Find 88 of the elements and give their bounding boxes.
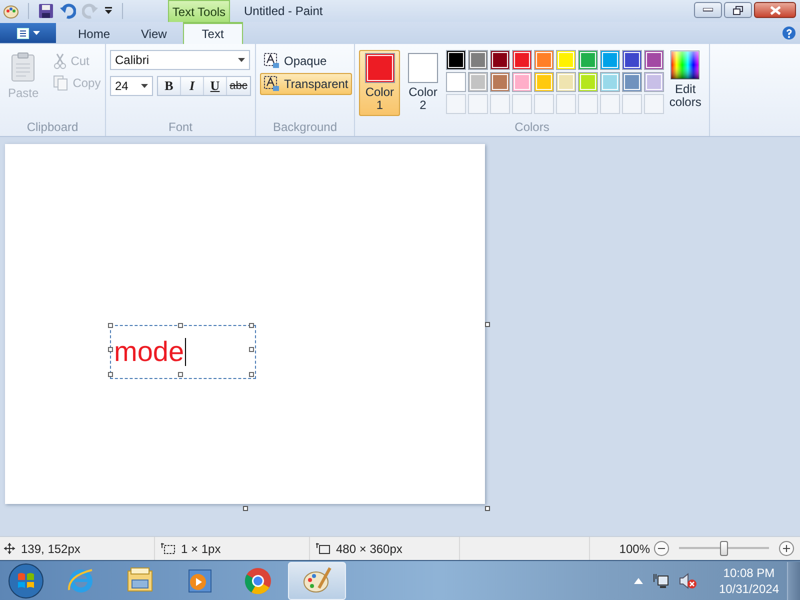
selection-size: 1 × 1px <box>181 542 221 556</box>
palette-swatch[interactable] <box>490 72 510 92</box>
background-option[interactable]: Transparent <box>260 73 352 95</box>
resize-handle[interactable] <box>243 506 248 511</box>
clipboard-icon <box>10 52 36 82</box>
color-spectrum-icon <box>670 50 700 80</box>
group-label: Colors <box>514 119 550 136</box>
network-icon[interactable] <box>652 572 669 588</box>
palette-swatch[interactable] <box>556 72 576 92</box>
palette-swatch[interactable] <box>534 50 554 70</box>
caret-icon <box>32 31 40 35</box>
group-label: Clipboard <box>26 119 80 136</box>
transparent-text-icon <box>264 76 280 92</box>
palette-swatch[interactable] <box>534 72 554 92</box>
restore-button[interactable] <box>724 2 752 18</box>
help-icon[interactable] <box>782 26 796 40</box>
minimize-button[interactable] <box>694 2 722 18</box>
cursor-position: 139, 152px <box>21 542 80 556</box>
save-icon[interactable] <box>38 3 54 19</box>
palette-swatch[interactable] <box>622 72 642 92</box>
file-menu-button[interactable] <box>0 23 56 43</box>
resize-handle[interactable] <box>485 322 490 327</box>
canvas-size-icon <box>316 542 330 554</box>
group-label: Background <box>272 119 338 136</box>
ribbon-tab[interactable]: Home <box>63 22 126 44</box>
copy-icon <box>52 75 69 91</box>
zoom-in-button[interactable] <box>779 541 794 556</box>
paint-app-icon <box>3 3 19 19</box>
taskbar-app-button[interactable] <box>288 562 346 600</box>
palette-swatch[interactable] <box>622 50 642 70</box>
restore-icon <box>733 6 743 14</box>
font-size-dropdown[interactable]: 24 <box>110 76 153 96</box>
palette-swatch[interactable] <box>600 72 620 92</box>
resize-handle[interactable] <box>485 506 490 511</box>
color-select-button[interactable]: Color 2 <box>402 50 444 116</box>
close-button[interactable] <box>754 2 796 18</box>
group-label: Font <box>167 119 194 136</box>
italic-button[interactable]: I <box>181 77 204 95</box>
palette-swatch[interactable] <box>446 50 466 70</box>
color-select-button[interactable]: Color 1 <box>359 50 400 116</box>
caret-icon[interactable] <box>104 7 113 15</box>
zoom-level: 100% <box>619 542 650 556</box>
underline-button[interactable]: U <box>204 77 227 95</box>
minus-icon <box>658 548 665 549</box>
minimize-icon <box>703 8 713 12</box>
palette-swatch[interactable] <box>446 72 466 92</box>
palette-swatch[interactable] <box>556 50 576 70</box>
canvas-text: mode <box>114 337 184 367</box>
menu-icon <box>16 28 28 38</box>
palette-swatch[interactable] <box>490 50 510 70</box>
ribbon-tab[interactable]: View <box>126 22 182 44</box>
volume-muted-icon[interactable] <box>678 572 697 588</box>
chrome-icon <box>243 566 273 596</box>
paint-palette-icon <box>302 566 332 596</box>
contextual-tab-label: Text Tools <box>168 0 230 22</box>
zoom-out-button[interactable] <box>654 541 669 556</box>
show-desktop-button[interactable] <box>787 562 800 600</box>
close-icon <box>770 6 780 14</box>
palette-swatch[interactable] <box>644 72 664 92</box>
palette-swatch[interactable] <box>600 50 620 70</box>
strikethrough-button[interactable]: abc <box>227 77 250 95</box>
text-box[interactable]: mode <box>110 325 256 379</box>
canvas-size: 480 × 360px <box>336 542 402 556</box>
zoom-slider-thumb[interactable] <box>720 541 728 556</box>
opaque-text-icon <box>264 53 280 69</box>
palette-swatch[interactable] <box>468 72 488 92</box>
font-family-dropdown[interactable]: Calibri <box>110 50 250 70</box>
palette-swatch[interactable] <box>512 50 532 70</box>
undo-icon[interactable] <box>60 3 76 19</box>
selection-size-icon <box>161 542 175 554</box>
windows-logo-icon <box>8 562 44 598</box>
ribbon-tab[interactable]: Text <box>182 22 243 44</box>
cursor-position-icon <box>4 543 15 554</box>
text-cursor <box>185 338 186 366</box>
palette-swatch[interactable] <box>512 72 532 92</box>
window-title: Untitled - Paint <box>244 4 323 18</box>
palette-swatch[interactable] <box>468 50 488 70</box>
bold-button[interactable]: B <box>158 77 181 95</box>
palette-swatch[interactable] <box>578 50 598 70</box>
background-option[interactable]: Opaque <box>260 50 352 72</box>
palette-swatch[interactable] <box>644 50 664 70</box>
scissors-icon <box>52 53 67 69</box>
edit-colors-button[interactable]: Edit colors <box>666 50 705 118</box>
dropdown-arrow-icon <box>238 58 245 62</box>
show-hidden-icons-icon[interactable] <box>634 578 643 584</box>
plus-icon <box>783 545 790 552</box>
dropdown-arrow-icon <box>141 84 148 88</box>
palette-swatch[interactable] <box>578 72 598 92</box>
